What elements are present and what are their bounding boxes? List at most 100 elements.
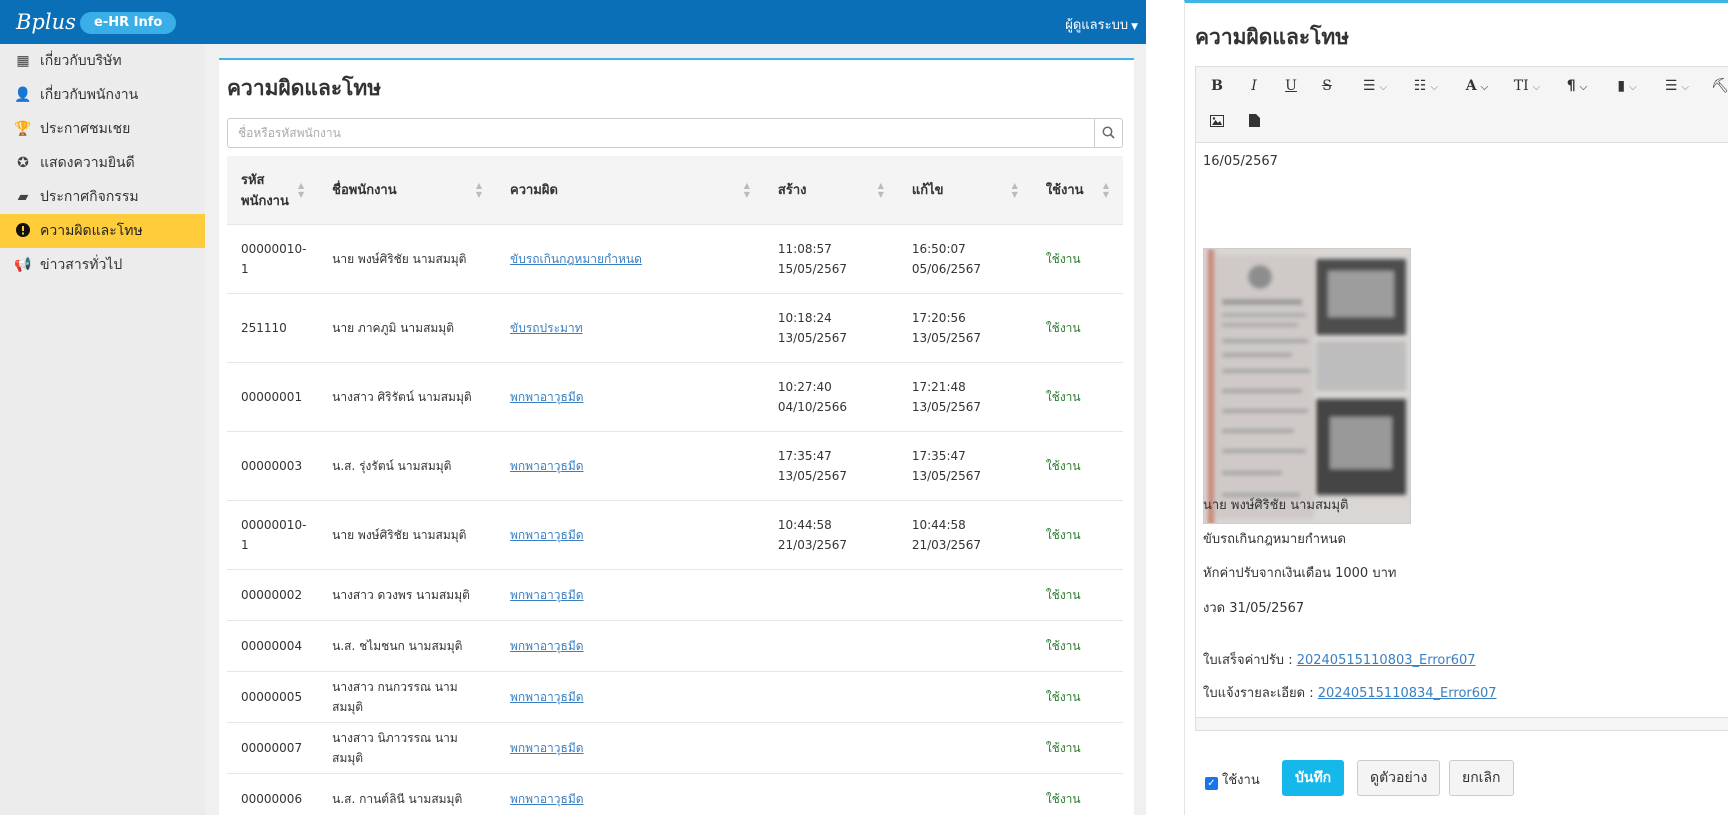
cell-status: ใช้งาน: [1031, 721, 1123, 773]
table-row[interactable]: 00000003 น.ส. รุ่งรัตน์ นามสมมุติ พกพาอาวุ…: [227, 430, 1123, 500]
editor-resize-bar[interactable]: [1196, 717, 1728, 730]
notice-label: ใบแจ้งรายละเอียด :: [1203, 686, 1314, 701]
column-header-4[interactable]: สร้าง ▲ ▼: [763, 156, 898, 224]
cell-code: 00000002: [227, 568, 319, 620]
offense-link[interactable]: พกพาอาวุธมีด: [510, 528, 584, 542]
cell-name: นาย พงษ์ศิริชัย นามสมมุติ: [318, 223, 496, 293]
column-header-5[interactable]: แก้ไข ▲ ▼: [897, 156, 1032, 224]
search-input[interactable]: [228, 119, 1094, 147]
table-row[interactable]: 00000006 น.ส. กานต์ลินี นามสมมุติ พกพาอาวุ…: [227, 772, 1123, 815]
cell-offense: พกพาอาวุธมีด: [496, 430, 764, 500]
offense-link[interactable]: ขับรถประมาท: [510, 321, 583, 335]
cell-edited: 17:35:47 13/05/2567: [897, 430, 1032, 500]
employee-code: 00000007: [241, 740, 303, 755]
sidebar-item-1[interactable]: ▦ เกี่ยวกับบริษัท: [0, 44, 205, 78]
employee-name: นางสาว นิภาวรรณ นามสมมุติ: [332, 730, 458, 765]
cell-status: ใช้งาน: [1031, 670, 1123, 722]
editor-content[interactable]: 16/05/2567 นาย พงษ์ศิริชัย นามสมมุติ ขับ…: [1196, 144, 1728, 719]
cancel-button[interactable]: ยกเลิก: [1449, 760, 1514, 796]
font-color-icon[interactable]: A ⌵: [1457, 72, 1497, 100]
table-row[interactable]: 00000002 นางสาว ดวงพร นามสมมุติ พกพาอาวุธม…: [227, 568, 1123, 620]
created-date: 13/05/2567: [777, 468, 848, 483]
column-header-3[interactable]: ความผิด ▲ ▼: [496, 156, 764, 224]
cell-name: นางสาว ศิริรัตน์ นามสมมุติ: [318, 361, 496, 431]
numbered-list-icon[interactable]: ☷ ⌵: [1406, 72, 1446, 100]
created-date: 13/05/2567: [777, 330, 848, 345]
table-row[interactable]: 00000010-1 นาย พงษ์ศิริชัย นามสมมุติ ขับรถ…: [227, 223, 1123, 293]
offense-link[interactable]: พกพาอาวุธมีด: [510, 741, 584, 755]
sidebar-item-3[interactable]: 🏆 ประกาศชมเชย: [0, 112, 205, 146]
save-button[interactable]: บันทึก: [1282, 760, 1345, 796]
receipt-link[interactable]: 20240515110803_Error607: [1297, 653, 1476, 668]
cell-status: ใช้งาน: [1031, 430, 1123, 500]
content-penalty: หักค่าปรับจากเงินเดือน 1000 บาท: [1203, 566, 1397, 581]
column-header-1[interactable]: รหัสพนักงาน ▲ ▼: [227, 156, 319, 224]
bold-icon[interactable]: B: [1205, 72, 1229, 100]
column-header-6[interactable]: ใช้งาน ▲ ▼: [1031, 156, 1123, 224]
font-size-icon[interactable]: TI ⌵: [1507, 72, 1547, 100]
style-icon[interactable]: ▮ ⌵: [1607, 72, 1647, 100]
offense-link[interactable]: พกพาอาวุธมีด: [510, 690, 584, 704]
column-header-2[interactable]: ชื่อพนักงาน ▲ ▼: [318, 156, 496, 224]
sidebar-item-6[interactable]: ความผิดและโทษ: [0, 214, 205, 248]
employee-code: 00000002: [241, 587, 303, 602]
image-icon[interactable]: [1205, 108, 1229, 136]
cell-created: [763, 772, 898, 815]
table-row[interactable]: 00000005 นางสาว กนกวรรณ นามสมมุติ พกพาอาวุ…: [227, 670, 1123, 722]
brand-logo[interactable]: Bplus: [16, 10, 76, 34]
column-header-label: ชื่อพนักงาน: [332, 183, 397, 199]
offense-link[interactable]: ขับรถเกินกฎหมายกำหนด: [510, 252, 642, 266]
created-time: 10:44:58: [777, 517, 832, 532]
exclamation-glyph: [16, 223, 30, 237]
attached-document-image[interactable]: [1203, 248, 1411, 524]
table-row[interactable]: 00000007 นางสาว นิภาวรรณ นามสมมุติ พกพาอาว…: [227, 721, 1123, 773]
underline-icon[interactable]: U: [1279, 72, 1303, 100]
notice-link[interactable]: 20240515110834_Error607: [1318, 686, 1497, 701]
sidebar-item-label: ข่าวสารทั่วไป: [40, 257, 123, 273]
edited-time: 17:20:56: [911, 310, 966, 325]
active-checkbox[interactable]: ✓ ใช้งาน: [1205, 769, 1260, 790]
preview-button[interactable]: ดูตัวอย่าง: [1357, 760, 1441, 796]
receipt-label: ใบเสร็จค่าปรับ :: [1203, 653, 1293, 668]
sidebar-item-2[interactable]: 👤 เกี่ยวกับพนักงาน: [0, 78, 205, 112]
user-icon: 👤: [14, 87, 32, 103]
bullet-list-icon[interactable]: ☰ ⌵: [1355, 72, 1395, 100]
offense-link[interactable]: พกพาอาวุธมีด: [510, 639, 584, 653]
cell-status: ใช้งาน: [1031, 772, 1123, 815]
column-header-label: ความผิด: [510, 183, 558, 199]
content-offense: ขับรถเกินกฎหมายกำหนด: [1203, 532, 1346, 547]
employee-code: 00000010-1: [241, 517, 307, 552]
active-label: ใช้งาน: [1222, 773, 1260, 788]
module-badge[interactable]: e-HR Info: [80, 12, 177, 34]
sidebar-item-7[interactable]: 📢 ข่าวสารทั่วไป: [0, 248, 205, 282]
cell-offense: พกพาอาวุธมีด: [496, 670, 764, 722]
table-row[interactable]: 00000004 น.ส. ชไมชนก นามสมมุติ พกพาอาวุธมี…: [227, 619, 1123, 671]
search-button[interactable]: [1094, 119, 1122, 147]
cell-offense: ขับรถเกินกฎหมายกำหนด: [496, 223, 764, 293]
employee-code: 00000003: [241, 458, 303, 473]
paint-format-icon[interactable]: ⛏: [1708, 72, 1728, 100]
strikethrough-icon[interactable]: S: [1315, 72, 1339, 100]
offense-table: รหัสพนักงาน ▲ ▼ ชื่อพนักงาน ▲ ▼ ความผิด ▲ ▼ สร้าง…: [227, 156, 1123, 815]
file-icon[interactable]: [1242, 108, 1266, 136]
align-icon[interactable]: ☰ ⌵: [1657, 72, 1697, 100]
table-row[interactable]: 251110 นาย ภาคภูมิ นามสมมุติ ขับรถประมาท 10…: [227, 292, 1123, 362]
paragraph-icon[interactable]: ¶ ⌵: [1557, 72, 1597, 100]
sidebar-item-5[interactable]: ▰ ประกาศกิจกรรม: [0, 180, 205, 214]
offense-link[interactable]: พกพาอาวุธมีด: [510, 588, 584, 602]
offense-link[interactable]: พกพาอาวุธมีด: [510, 459, 584, 473]
table-row[interactable]: 00000001 นางสาว ศิริรัตน์ นามสมมุติ พกพาอา…: [227, 361, 1123, 431]
sidebar-item-4[interactable]: ✪ แสดงความยินดี: [0, 146, 205, 180]
status-badge: ใช้งาน: [1045, 689, 1081, 704]
offense-link[interactable]: พกพาอาวุธมีด: [510, 390, 584, 404]
italic-icon[interactable]: I: [1242, 72, 1266, 100]
cell-edited: [897, 721, 1032, 773]
cell-edited: 10:44:58 21/03/2567: [897, 499, 1032, 569]
cell-code: 251110: [227, 292, 319, 362]
table-row[interactable]: 00000010-1 นาย พงษ์ศิริชัย นามสมมุติ พกพาอ…: [227, 499, 1123, 569]
column-header-label: ใช้งาน: [1045, 183, 1084, 199]
offense-link[interactable]: พกพาอาวุธมีด: [510, 792, 584, 806]
created-date: 15/05/2567: [777, 261, 848, 276]
user-menu[interactable]: ผู้ดูแลระบบ ▼: [1065, 14, 1138, 35]
chevron-down-icon: ⌵: [1579, 82, 1588, 93]
